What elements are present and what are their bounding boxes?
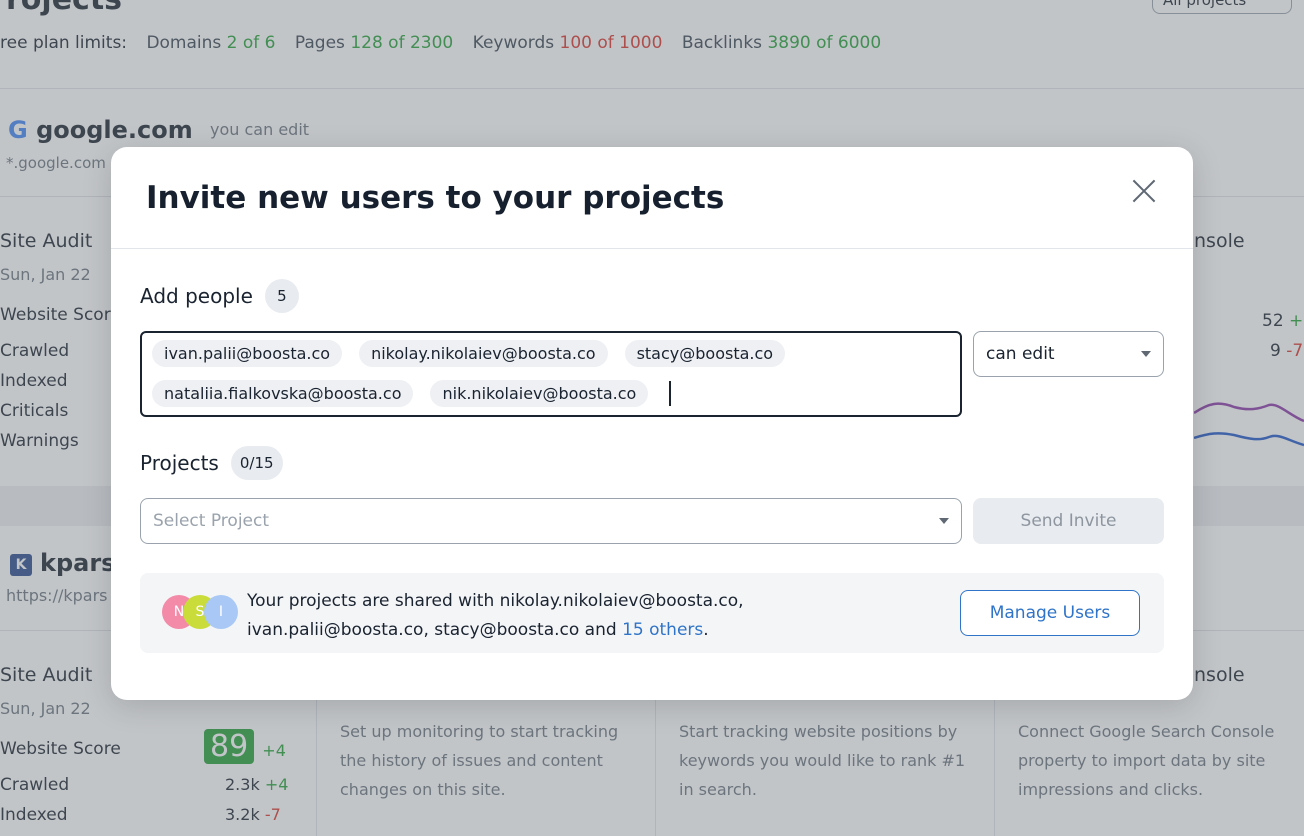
email-chip[interactable]: nataliia.fialkovska@boosta.co: [152, 380, 414, 407]
projects-label: Projects: [140, 451, 219, 475]
project-select-placeholder: Select Project: [153, 511, 270, 531]
project-select[interactable]: Select Project: [140, 498, 962, 544]
add-people-label: Add people: [140, 284, 253, 308]
modal-divider: [111, 248, 1193, 249]
others-link[interactable]: 15 others: [622, 620, 703, 640]
shared-with-panel: N S I Your projects are shared with niko…: [140, 573, 1164, 653]
chevron-down-icon: [939, 518, 949, 524]
send-invite-button[interactable]: Send Invite: [973, 498, 1164, 544]
permission-select[interactable]: can edit: [973, 331, 1164, 377]
avatar: I: [204, 595, 238, 629]
close-icon[interactable]: [1129, 175, 1159, 205]
invite-users-modal: Invite new users to your projects Add pe…: [111, 147, 1193, 700]
email-chip[interactable]: nikolay.nikolaiev@boosta.co: [359, 340, 608, 367]
avatar-group: N S I: [162, 595, 242, 631]
email-chip[interactable]: stacy@boosta.co: [624, 340, 786, 367]
manage-users-button[interactable]: Manage Users: [960, 590, 1140, 636]
permission-value: can edit: [986, 344, 1055, 364]
modal-title: Invite new users to your projects: [146, 180, 725, 216]
shared-with-text: Your projects are shared with nikolay.ni…: [247, 591, 744, 640]
projects-section: Projects 0/15: [140, 446, 283, 480]
email-chip[interactable]: ivan.palii@boosta.co: [152, 340, 343, 367]
chevron-down-icon: [1141, 351, 1151, 357]
projects-count-badge: 0/15: [230, 446, 283, 480]
add-people-section: Add people 5: [140, 279, 299, 313]
people-input[interactable]: ivan.palii@boosta.co nikolay.nikolaiev@b…: [140, 331, 962, 417]
text-caret: [669, 381, 672, 406]
email-chip[interactable]: nik.nikolaiev@boosta.co: [430, 380, 649, 407]
people-count-badge: 5: [264, 279, 299, 313]
